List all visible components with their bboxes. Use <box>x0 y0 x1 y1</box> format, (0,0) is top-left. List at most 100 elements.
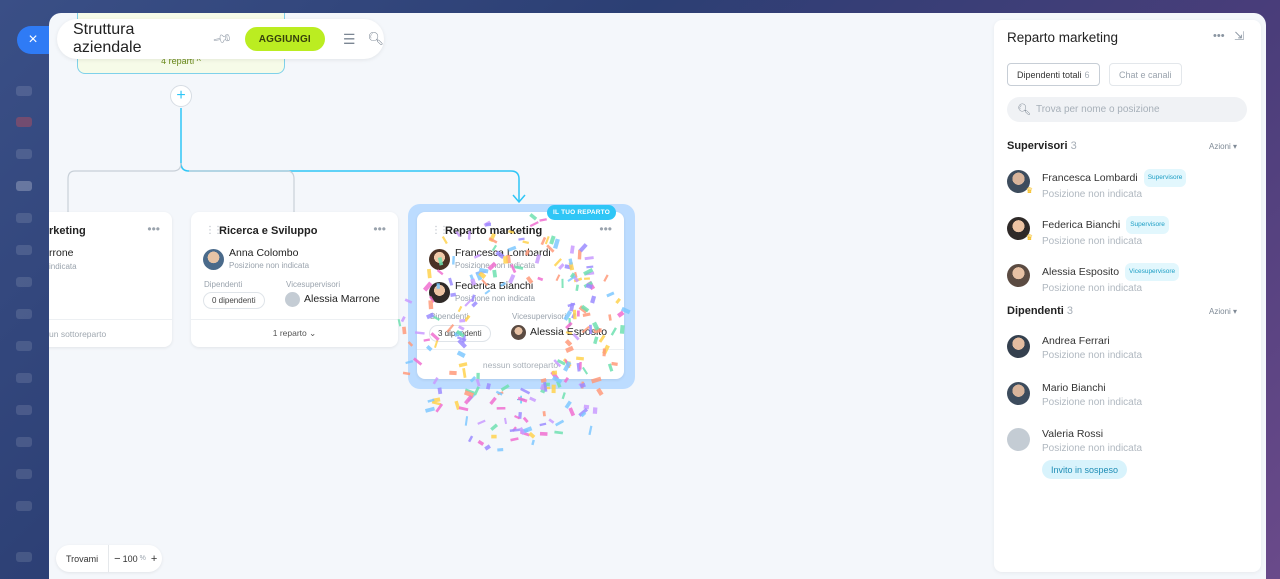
add-department-button[interactable]: + <box>170 85 192 107</box>
department-card-reparto-marketing[interactable]: ⋮⋮ Reparto marketing ••• Francesca Lomba… <box>417 212 624 379</box>
close-icon: × <box>28 31 38 48</box>
list-item[interactable]: Valeria Rossi Posizione non indicata <box>1007 427 1142 456</box>
person-name: Alessia Marrone <box>304 293 380 305</box>
zoom-in-button[interactable]: + <box>151 553 157 565</box>
list-item[interactable]: Alessia Esposito Vicesupervisore Posizion… <box>1007 263 1180 296</box>
zoom-out-button[interactable]: − <box>114 553 120 565</box>
tab-chats-channels[interactable]: Chat e canali <box>1109 63 1182 86</box>
section-count: 3 <box>1066 305 1074 317</box>
person-position: Posizione non indicata <box>229 261 310 270</box>
your-department-badge: IL TUO REPARTO <box>547 205 616 220</box>
person-name: rrone <box>49 247 74 259</box>
subdepartments-toggle[interactable]: 1 reparto ⌄ <box>191 319 398 347</box>
person-position: Posizione non indicata <box>1042 236 1143 247</box>
avatar <box>1007 335 1030 358</box>
department-title: Ricerca e Sviluppo <box>219 225 318 237</box>
tab-total-employees[interactable]: Dipendenti totali 6 <box>1007 63 1100 86</box>
sidebar-icon <box>16 309 32 319</box>
plus-icon: + <box>516 392 526 409</box>
panel-title: Reparto marketing <box>1007 30 1119 45</box>
search-input[interactable]: 🔍︎ Trova per nome o posizione <box>1007 97 1247 122</box>
page-header: Struttura aziendale 📌︎ AGGIUNGI ☰ 🔍︎ <box>57 19 384 59</box>
search-placeholder: Trova per nome o posizione <box>1035 104 1160 115</box>
find-me-button[interactable]: Trovami <box>56 545 110 572</box>
search-icon[interactable]: 🔍︎ <box>367 31 384 47</box>
head-row[interactable]: Federica Bianchi Posizione non indicata <box>429 280 535 304</box>
head-row[interactable]: Francesca Lombardi Posizione non indicat… <box>429 247 551 271</box>
org-chart-canvas[interactable]: 4 reparti ^ + rketing ••• rrone indicata… <box>49 13 993 579</box>
sidebar-icon <box>16 86 32 96</box>
person-position: Posizione non indicata <box>1042 283 1143 294</box>
sidebar-icon <box>16 405 32 415</box>
employees-actions-dropdown[interactable]: Azioni ▾ <box>1209 307 1237 316</box>
person-name: Anna Colombo <box>229 247 299 259</box>
employees-count-pill[interactable]: 0 dipendenti <box>203 292 265 309</box>
supervisors-actions-dropdown[interactable]: Azioni ▾ <box>1209 142 1237 151</box>
department-card-ricerca[interactable]: ⋮⋮ Ricerca e Sviluppo ••• Anna Colombo P… <box>191 212 398 347</box>
card-footer: nessun sottoreparto <box>417 349 624 379</box>
list-item[interactable]: Mario Bianchi Posizione non indicata <box>1007 381 1142 410</box>
list-item[interactable]: ♛ Francesca Lombardi Supervisore Posizion… <box>1007 169 1187 202</box>
avatar <box>1007 382 1030 405</box>
crown-icon: ♛ <box>1025 186 1033 195</box>
collapse-panel-icon[interactable]: ⇲ <box>1234 29 1244 43</box>
page-title: Struttura aziendale <box>73 21 142 56</box>
person-position: Posizione non indicata <box>1042 350 1143 361</box>
avatar <box>1007 264 1030 287</box>
deputy-row[interactable]: Alessia Esposito <box>511 325 607 340</box>
avatar <box>1007 428 1030 451</box>
sidebar-icon <box>16 149 32 159</box>
section-count: 3 <box>1070 140 1077 152</box>
add-subdepartment-button[interactable]: + <box>510 390 532 412</box>
deputy-label: Vicesupervisori <box>512 312 567 321</box>
person-name: Federica Bianchi <box>1042 219 1121 231</box>
sidebar-icon <box>16 277 32 287</box>
sidebar-icon <box>16 373 32 383</box>
more-icon[interactable]: ••• <box>1213 30 1225 42</box>
department-card-partial[interactable]: rketing ••• rrone indicata un sottorepar… <box>49 212 172 347</box>
sidebar-icon <box>16 213 32 223</box>
person-position: Posizione non indicata <box>1042 189 1143 200</box>
sidebar-icon <box>16 245 32 255</box>
search-icon: 🔍︎ <box>1017 104 1031 116</box>
person-name: Alessia Esposito <box>530 326 608 338</box>
sidebar-icon <box>16 501 32 511</box>
deputy-row[interactable]: Alessia Marrone <box>285 292 380 307</box>
sidebar-icon <box>16 469 32 479</box>
add-button[interactable]: AGGIUNGI <box>244 27 325 51</box>
more-icon[interactable]: ••• <box>599 222 612 236</box>
crown-icon: ♛ <box>1025 233 1033 242</box>
sidebar-icon <box>16 117 32 127</box>
tab-label: Dipendenti totali <box>1017 69 1082 80</box>
zoom-unit: % <box>139 555 146 562</box>
card-footer: un sottoreparto <box>49 319 172 347</box>
hamburger-menu-icon[interactable]: ☰ <box>343 31 356 48</box>
pending-invite-badge[interactable]: Invito in sospeso <box>1042 460 1128 479</box>
list-item[interactable]: Andrea Ferrari Posizione non indicata <box>1007 334 1142 363</box>
person-name: Federica Bianchi <box>455 280 534 292</box>
supervisors-header: Supervisori 3 <box>1007 140 1077 152</box>
section-label: Dipendenti <box>1007 305 1064 317</box>
app-sidebar-background <box>0 0 50 579</box>
department-detail-panel: Reparto marketing ••• ⇲ Dipendenti total… <box>994 20 1261 572</box>
pin-icon[interactable]: 📌︎ <box>211 28 234 51</box>
department-title: Reparto marketing <box>445 225 543 237</box>
more-icon[interactable]: ••• <box>373 222 386 236</box>
sidebar-icon <box>16 341 32 351</box>
person-position: indicata <box>49 262 77 271</box>
head-row[interactable]: Anna Colombo Posizione non indicata <box>203 247 309 271</box>
section-label: Supervisori <box>1007 140 1068 152</box>
avatar <box>511 325 526 340</box>
list-item[interactable]: ♛ Federica Bianchi Supervisore Posizione … <box>1007 216 1169 249</box>
role-badge: Supervisore <box>1143 169 1187 187</box>
department-title: rketing <box>49 225 86 237</box>
avatar <box>429 248 450 270</box>
person-name: Mario Bianchi <box>1042 382 1106 394</box>
avatar <box>285 292 300 307</box>
more-icon[interactable]: ••• <box>147 222 160 236</box>
employees-count-pill[interactable]: 3 dipendenti <box>429 325 491 342</box>
avatar <box>429 281 450 303</box>
company-structure-panel: 4 reparti ^ + rketing ••• rrone indicata… <box>49 13 1266 579</box>
close-slider-button[interactable]: × <box>17 26 49 54</box>
zoom-value: 100 <box>122 553 138 564</box>
